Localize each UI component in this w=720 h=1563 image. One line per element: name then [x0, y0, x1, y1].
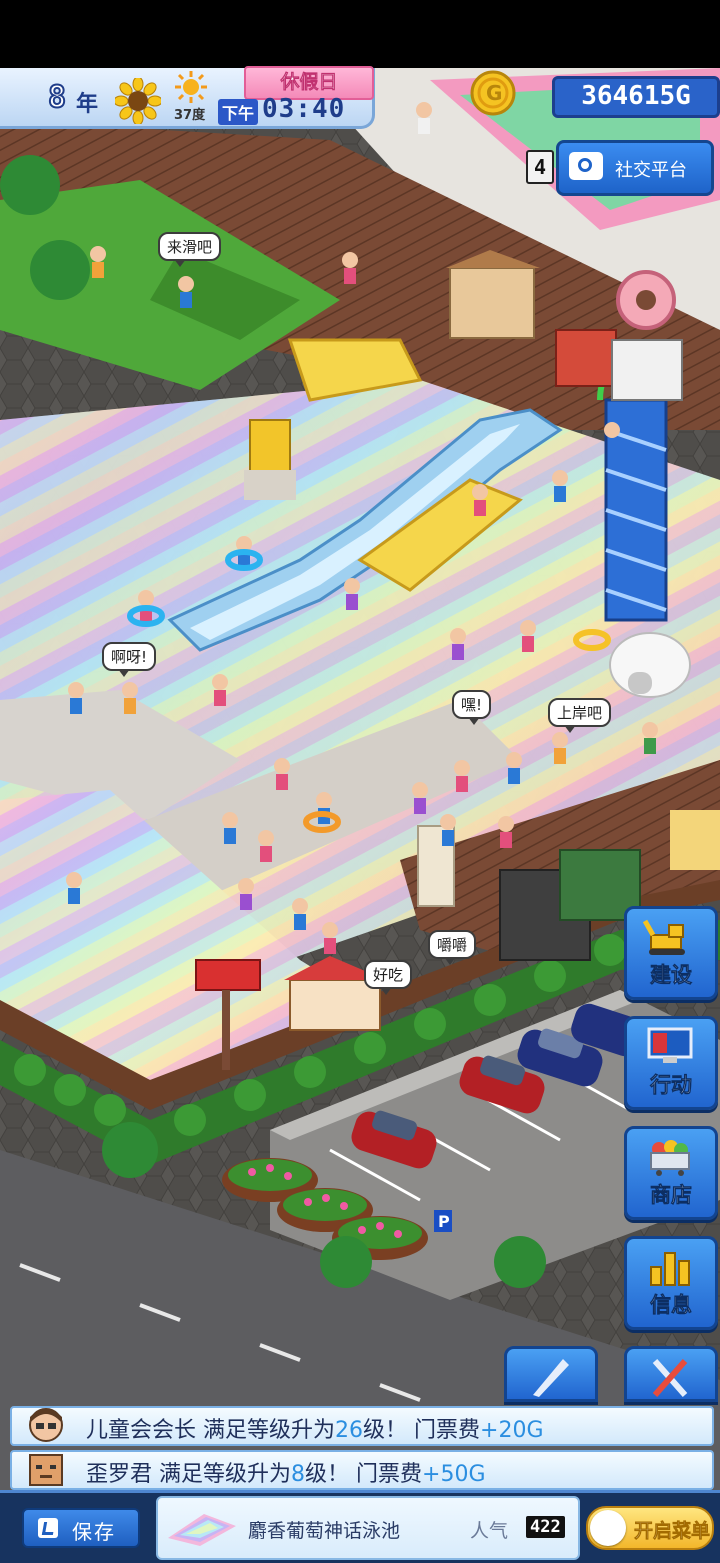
- sunny-weather-icon: [175, 71, 207, 103]
- build-label: 建设: [650, 963, 693, 988]
- camera-icon: [569, 152, 603, 180]
- social-count-badge: 4: [526, 150, 554, 184]
- speech-bubble: 啊呀!: [102, 642, 157, 677]
- ruler-icon: [533, 1359, 569, 1397]
- notification-banner: 儿童会会长 满足等级升为26级！ 门票费+20G: [10, 1406, 714, 1446]
- park-info-panel[interactable]: 麝香葡萄神话泳池 人气 422: [156, 1496, 580, 1560]
- money-display: 364615G: [552, 76, 720, 118]
- shop-button[interactable]: 商店: [624, 1126, 718, 1220]
- menu-toggle[interactable]: 开启菜单: [586, 1506, 714, 1550]
- rainbow-pool-icon: [168, 1514, 236, 1546]
- edit-icon: [38, 1518, 58, 1538]
- notification-text: 儿童会会长 满足等级升为26级！ 门票费+20G: [86, 1418, 544, 1443]
- build-button[interactable]: 建设: [624, 906, 718, 1000]
- notification-text: 歪罗君 满足等级升为8级！ 门票费+50G: [86, 1462, 486, 1487]
- save-button[interactable]: 保存: [22, 1508, 140, 1548]
- park-map[interactable]: P: [0, 68, 720, 1490]
- speech-bubble: 上岸吧: [548, 698, 612, 733]
- extra-menu-button[interactable]: [504, 1346, 598, 1402]
- popularity-value: 422: [526, 1516, 565, 1538]
- social-platform-label: 社交平台: [615, 160, 687, 181]
- ampm-badge: 下午: [218, 99, 259, 125]
- game-scene[interactable]: P: [0, 68, 720, 1490]
- wrench-icon: [652, 1359, 688, 1397]
- speech-bubble: 嚼嚼: [428, 930, 477, 965]
- toggle-knob: [590, 1510, 626, 1546]
- bar-chart-icon: [650, 1252, 690, 1286]
- speech-bubble: 嘿!: [452, 690, 492, 725]
- guest-avatar-icon: [29, 1454, 63, 1486]
- action-button[interactable]: 行动: [624, 1016, 718, 1110]
- speech-bubble: 好吃: [364, 960, 413, 995]
- shop-label: 商店: [650, 1183, 693, 1208]
- game-clock: 03:40: [262, 94, 346, 124]
- year-number: 8: [47, 79, 67, 116]
- park-name: 麝香葡萄神话泳池: [248, 1520, 401, 1542]
- info-button[interactable]: 信息: [624, 1236, 718, 1330]
- info-label: 信息: [650, 1293, 693, 1318]
- popularity-label: 人气: [470, 1520, 509, 1542]
- status-bar-area: [0, 0, 720, 68]
- menu-toggle-label: 开启菜单: [634, 1520, 711, 1543]
- guest-avatar-icon: [29, 1408, 63, 1442]
- excavator-icon: [643, 919, 685, 955]
- svg-text:P: P: [438, 1212, 450, 1231]
- social-platform-button[interactable]: 社交平台: [556, 140, 714, 196]
- temperature: 37度: [174, 108, 206, 123]
- save-label: 保存: [72, 1520, 116, 1544]
- svg-text:G: G: [486, 81, 502, 105]
- speech-bubble: 来滑吧: [158, 232, 222, 267]
- settings-button[interactable]: [624, 1346, 718, 1402]
- gold-coin-icon: G: [470, 70, 516, 116]
- shopping-cart-icon: [650, 1140, 690, 1176]
- notification-banner: 歪罗君 满足等级升为8级！ 门票费+50G: [10, 1450, 714, 1490]
- monitor-icon: [647, 1027, 693, 1063]
- sunflower-season-icon: [115, 78, 161, 124]
- action-label: 行动: [650, 1073, 693, 1098]
- year-unit: 年: [76, 92, 99, 117]
